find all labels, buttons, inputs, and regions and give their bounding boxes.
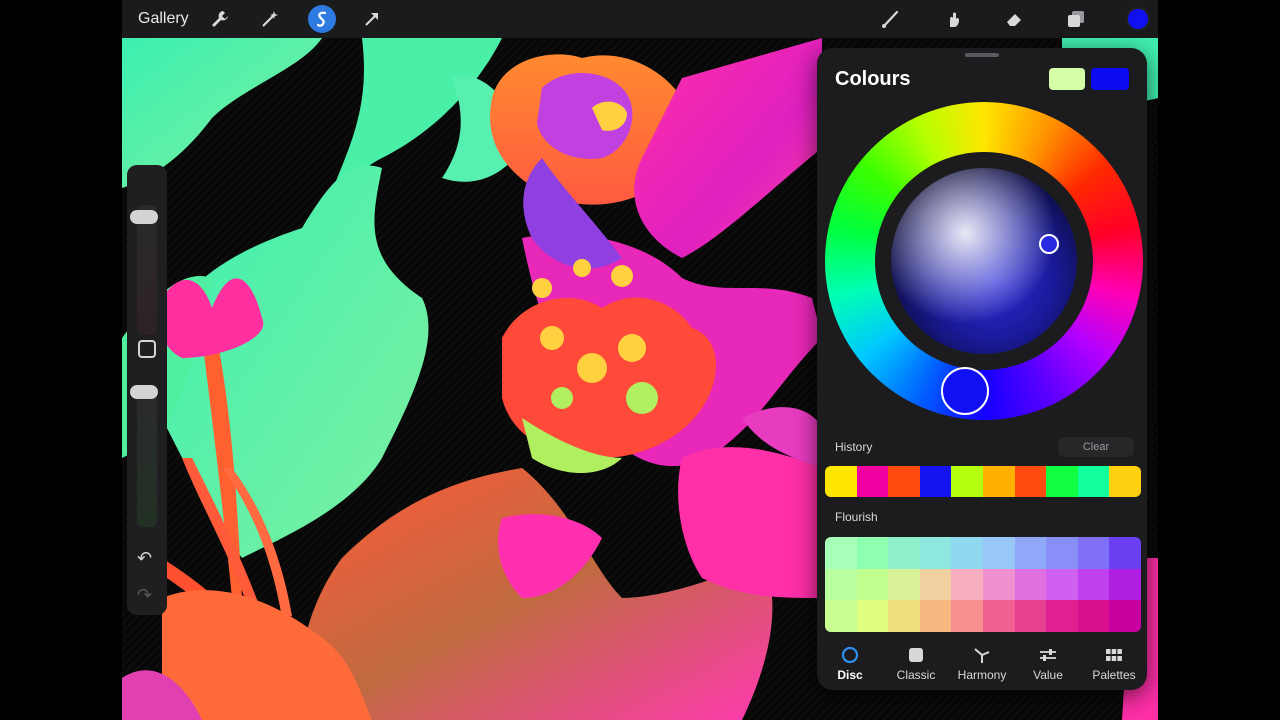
flourish-swatch[interactable] [1077,568,1110,601]
flourish-swatch[interactable] [1014,600,1047,632]
flourish-swatch[interactable] [1109,568,1141,601]
top-toolbar: Gallery [122,0,1158,38]
panel-grabber[interactable] [965,53,999,57]
flourish-swatch[interactable] [856,600,889,632]
tab-label: Palettes [1092,668,1136,682]
flourish-swatch[interactable] [1109,537,1141,569]
flourish-swatch[interactable] [825,600,857,632]
saturation-knob[interactable] [1039,234,1059,254]
harmony-icon [973,646,991,664]
flourish-swatch[interactable] [1046,600,1078,632]
circle-icon [841,646,859,664]
letterbox-left [0,0,122,720]
flourish-swatch[interactable] [1077,600,1110,632]
history-swatch[interactable] [951,466,983,497]
history-swatch[interactable] [1077,466,1110,497]
colours-panel: Colours History Clear Flourish Disc Clas… [817,48,1147,690]
square-icon [907,646,925,664]
primary-colour-swatch[interactable] [1049,68,1085,90]
opacity-thumb[interactable] [130,385,158,399]
flourish-swatch[interactable] [888,568,920,601]
flourish-swatch[interactable] [1014,568,1047,601]
brush-size-thumb[interactable] [130,210,158,224]
flourish-swatch[interactable] [856,537,889,569]
smudge-icon[interactable] [940,7,964,31]
flourish-swatch[interactable] [1046,568,1078,601]
active-color-button[interactable] [1126,7,1150,31]
saturation-brightness-disc[interactable] [891,168,1077,354]
history-label: History [835,440,873,454]
flourish-swatch[interactable] [951,600,983,632]
grid-icon [1105,646,1123,664]
flourish-swatch[interactable] [888,600,920,632]
wrench-icon[interactable] [208,7,232,31]
flourish-swatch[interactable] [888,537,920,569]
brush-size-slider[interactable] [137,205,157,335]
history-swatch[interactable] [1109,466,1141,497]
secondary-colour-swatch[interactable] [1091,68,1129,90]
modify-button[interactable] [138,340,156,358]
magic-wand-icon[interactable] [258,7,282,31]
flourish-swatch[interactable] [951,537,983,569]
procreate-app: Gallery ↶ ↷ Colours History Clear Flouri… [122,0,1158,720]
history-swatch[interactable] [856,466,889,497]
tab-classic[interactable]: Classic [883,640,949,690]
history-swatch[interactable] [825,466,857,497]
tab-label: Classic [896,668,936,682]
transform-arrow-icon[interactable] [360,7,384,31]
tab-palettes[interactable]: Palettes [1081,640,1147,690]
flourish-swatch[interactable] [1109,600,1141,632]
tab-value[interactable]: Value [1015,640,1081,690]
undo-icon[interactable]: ↶ [137,548,152,569]
brush-icon[interactable] [878,7,902,31]
history-swatch[interactable] [888,466,920,497]
flourish-swatch[interactable] [983,568,1015,601]
tab-label: Harmony [957,668,1007,682]
history-swatch[interactable] [982,466,1015,497]
flourish-swatch[interactable] [1046,537,1078,569]
layers-icon[interactable] [1064,7,1088,31]
flourish-palette [825,537,1141,632]
history-swatches [825,466,1141,497]
flourish-swatch[interactable] [1014,537,1047,569]
clear-history-button[interactable]: Clear [1058,437,1134,457]
history-swatch[interactable] [919,466,952,497]
flourish-label: Flourish [835,510,878,524]
tab-label: Value [1033,668,1063,682]
flourish-swatch[interactable] [951,568,983,601]
flourish-swatch[interactable] [856,568,889,601]
tab-disc[interactable]: Disc [817,640,883,690]
flourish-swatch[interactable] [1077,537,1110,569]
sliders-icon [1039,646,1057,664]
letterbox-right [1158,0,1280,720]
gallery-button[interactable]: Gallery [138,10,189,28]
tab-label: Disc [837,668,863,682]
redo-icon[interactable]: ↷ [137,585,152,606]
flourish-swatch[interactable] [919,537,952,569]
selection-icon[interactable] [308,5,336,33]
history-swatch[interactable] [1046,466,1078,497]
flourish-swatch[interactable] [983,600,1015,632]
eraser-icon[interactable] [1002,7,1026,31]
colour-disc[interactable] [825,102,1143,420]
opacity-slider[interactable] [137,387,157,527]
left-sidebar: ↶ ↷ [127,165,167,615]
history-swatch[interactable] [1014,466,1047,497]
flourish-swatch[interactable] [919,568,952,601]
flourish-swatch[interactable] [825,568,857,601]
flourish-swatch[interactable] [825,537,857,569]
colour-mode-tabs: Disc Classic Harmony Value Palettes [817,640,1147,690]
flourish-swatch[interactable] [919,600,952,632]
panel-title: Colours [835,68,911,90]
tab-harmony[interactable]: Harmony [949,640,1015,690]
hue-knob[interactable] [941,367,989,415]
flourish-swatch[interactable] [983,537,1015,569]
